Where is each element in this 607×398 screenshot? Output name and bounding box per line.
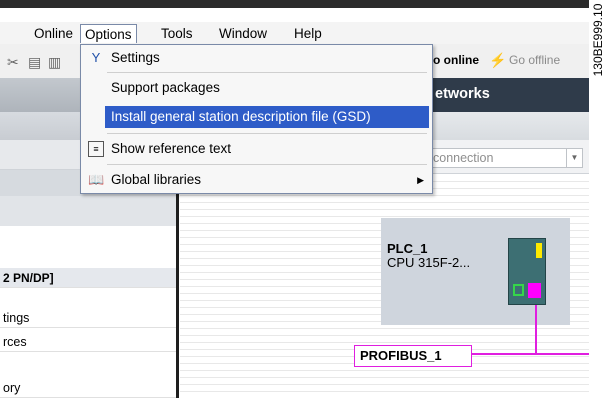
menu-online[interactable]: Online: [30, 24, 77, 43]
menu-item-settings[interactable]: Y Settings: [81, 47, 432, 69]
tree-item-settings[interactable]: tings: [0, 308, 176, 328]
profibus-bus-line[interactable]: [470, 353, 589, 355]
project-tree-band-2: [0, 196, 176, 226]
submenu-arrow-icon: ▶: [417, 175, 424, 185]
copy-icon[interactable]: ▤: [28, 54, 41, 71]
profibus-connection-line: [535, 305, 537, 353]
go-online-button[interactable]: o online: [433, 53, 479, 67]
menu-item-install-gsd[interactable]: Install general station description file…: [105, 106, 429, 128]
devices-networks-title: etworks: [435, 86, 490, 102]
status-led-icon: [536, 243, 542, 258]
menu-window[interactable]: Window: [215, 24, 271, 43]
reference-text-icon: ≡: [88, 141, 104, 157]
menu-tools[interactable]: Tools: [157, 24, 197, 43]
menu-item-global-libraries[interactable]: 📖 Global libraries ▶: [81, 169, 432, 191]
options-menu-dropdown: Y Settings Support packages Install gene…: [80, 44, 433, 194]
connection-select[interactable]: connection ▼: [428, 148, 583, 168]
menu-bar: Online Options Tools Window Help: [0, 22, 589, 44]
menu-options[interactable]: Options: [80, 24, 137, 43]
menu-item-show-reference-text[interactable]: ≡ Show reference text: [81, 138, 432, 160]
tree-item-memory[interactable]: ory: [0, 378, 176, 398]
menu-separator: [107, 164, 427, 165]
wrench-icon: Y: [91, 50, 101, 65]
profibus-port-icon[interactable]: [528, 283, 541, 298]
figure-code: 130BE999.10: [591, 3, 605, 77]
tree-item-resources[interactable]: rces: [0, 332, 176, 352]
connection-select-value: connection: [433, 151, 494, 165]
book-icon: 📖: [88, 172, 105, 187]
plc-type: CPU 315F-2...: [387, 255, 471, 270]
ethernet-port-icon[interactable]: [513, 284, 524, 296]
menu-separator: [107, 133, 427, 134]
go-offline-button[interactable]: Go offline: [509, 53, 560, 67]
title-bar: [0, 0, 589, 8]
paste-icon[interactable]: ▥: [48, 54, 61, 71]
profibus-label[interactable]: PROFIBUS_1: [354, 345, 472, 367]
go-offline-icon: ⚡: [489, 52, 507, 68]
tree-item-plc[interactable]: 2 PN/DP]: [0, 268, 176, 288]
menu-help[interactable]: Help: [290, 24, 326, 43]
menu-separator: [107, 72, 427, 73]
menu-item-support-packages[interactable]: Support packages: [81, 77, 432, 99]
cut-icon[interactable]: ✂: [7, 54, 19, 71]
chevron-down-icon[interactable]: ▼: [566, 149, 582, 167]
plc-name: PLC_1: [387, 241, 428, 256]
